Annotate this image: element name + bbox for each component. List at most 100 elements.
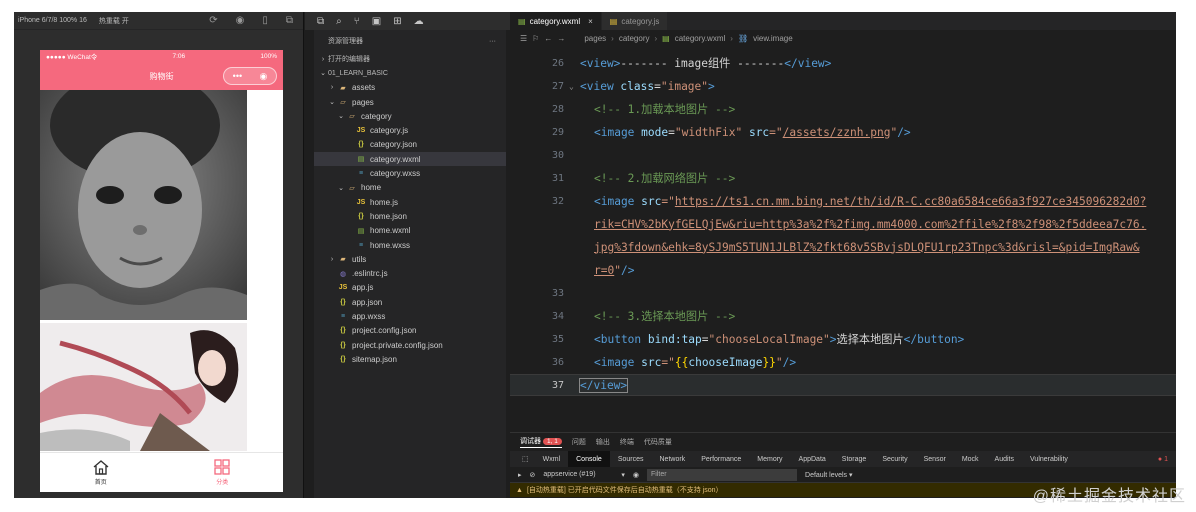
source-control-icon[interactable]: ⑂ [354,16,360,27]
tree-folder[interactable]: ⌄ ▱ home [314,181,506,195]
tree-file[interactable]: ≡ category.wxss [314,166,506,180]
tree-file[interactable]: {} home.json [314,209,506,223]
tree-label: category.wxml [370,154,421,164]
sidebar-toggle-icon[interactable]: ▸ [518,471,522,479]
tab-debugger[interactable]: 调试器 1, 1 [520,436,562,448]
tree-file[interactable]: {} project.config.json [314,324,506,338]
tab-category[interactable]: 分类 [162,453,284,492]
explorer-more-icon[interactable]: ··· [489,38,496,45]
fold-icon[interactable]: ⌄ [569,82,574,91]
devtab-appdata[interactable]: AppData [791,451,834,467]
eye-icon[interactable]: ◉ [633,471,639,479]
hot-reload-toggle[interactable]: 热重载 开 [99,16,129,26]
devtab-security[interactable]: Security [874,451,915,467]
breadcrumb-pages[interactable]: pages [584,34,606,43]
tree-file[interactable]: {} app.json [314,295,506,309]
code-line-wrap: jpg%3fdown&ehk=8ySJ9mS5TUN1JLBlZ%2fkt68v… [594,240,1140,254]
section-project[interactable]: ⌄ 01_LEARN_BASIC [314,66,506,80]
extensions-icon[interactable]: ⊞ [393,16,401,27]
tab-output[interactable]: 输出 [596,437,610,447]
forward-icon[interactable]: → [557,34,565,43]
tree-label: project.private.config.json [352,340,443,350]
error-count[interactable]: ● 1 [1158,456,1176,463]
tab-home[interactable]: 首页 [40,453,162,492]
tree-file[interactable]: JS category.js [314,123,506,137]
tree-file[interactable]: ▤ home.wxml [314,224,506,238]
debug-icon[interactable]: ▣ [372,16,381,27]
devtab-vulnerability[interactable]: Vulnerability [1022,451,1076,467]
phone-icon[interactable]: ▯ [262,15,268,26]
tree-folder[interactable]: › ▰ assets [314,81,506,95]
tree-file[interactable]: {} project.private.config.json [314,338,506,352]
devtab-network[interactable]: Network [652,451,694,467]
devtab-storage[interactable]: Storage [834,451,875,467]
tab-code-quality[interactable]: 代码质量 [644,437,672,447]
tab-category-js[interactable]: ▤ category.js [601,12,669,30]
home-icon [93,460,109,475]
files-icon[interactable]: ⧉ [317,16,324,27]
code-line: 27 ⌄ <view class="image"> [551,79,715,93]
close-icon[interactable]: × [588,17,593,26]
detach-icon[interactable]: ⧉ [286,15,293,26]
tree-label: assets [352,83,376,93]
editor-tabs: ▤ category.wxml × ▤ category.js [510,12,1176,30]
tree-file[interactable]: ▤ category.wxml [314,152,506,167]
inspect-icon[interactable]: ⬚ [516,455,535,463]
tree-file[interactable]: JS app.js [314,281,506,295]
device-select[interactable]: iPhone 6/7/8 100% 16 [18,17,87,24]
tree-folder[interactable]: › ▰ utils [314,252,506,266]
rotate-icon[interactable]: ⟳ [209,15,217,26]
code-line: 30 [551,149,564,161]
record-icon[interactable]: ◉ [236,15,245,26]
back-icon[interactable]: ← [544,34,552,43]
devtab-performance[interactable]: Performance [693,451,749,467]
wxml-file-icon: ▤ [518,16,526,26]
close-capsule-icon[interactable]: ◉ [259,71,267,82]
tree-file[interactable]: JS home.js [314,195,506,209]
tree-folder[interactable]: ⌄ ▱ pages [314,95,506,109]
tree-label: home.wxss [370,240,411,250]
tree-label: project.config.json [352,326,417,336]
filter-input[interactable]: Filter [647,468,798,481]
tree-file[interactable]: {} category.json [314,138,506,152]
devtab-sensor[interactable]: Sensor [916,451,954,467]
more-icon[interactable]: ••• [233,71,242,81]
section-open-editors[interactable]: › 打开的编辑器 [314,52,506,66]
cloud-icon[interactable]: ☁ [414,16,424,27]
bookmark-icon[interactable]: ⚐ [532,34,539,43]
chevron-down-icon[interactable]: ▾ [621,471,625,479]
code-line-wrap: rik=CHV%2bKyfGELQjEw&riu=http%3a%2f%2fim… [594,217,1147,231]
devtab-sources[interactable]: Sources [610,451,652,467]
code-editor[interactable]: 26 <view>------- image组件 -------</view> … [510,52,1176,432]
levels-select[interactable]: Default levels ▾ [805,471,852,479]
devtab-memory[interactable]: Memory [749,451,790,467]
tab-terminal[interactable]: 终端 [620,437,634,447]
breadcrumb-file[interactable]: category.wxml [675,34,726,43]
tab-category-wxml[interactable]: ▤ category.wxml × [510,12,602,30]
list-icon[interactable]: ☰ [520,34,527,43]
clear-console-icon[interactable]: ⊘ [530,471,536,479]
tree-file[interactable]: ◍ .eslintrc.js [314,266,506,280]
devtab-wxml[interactable]: Wxml [535,451,569,467]
devtab-console[interactable]: Console [568,451,610,467]
tree-label: utils [352,254,367,264]
search-icon[interactable]: ⌕ [336,16,342,27]
breadcrumb-category[interactable]: category [619,34,650,43]
tree-file[interactable]: ≡ home.wxss [314,238,506,252]
capsule-menu[interactable]: ••• ◉ [223,67,277,85]
watermark: @稀土掘金技术社区 [1032,488,1186,505]
devtab-mock[interactable]: Mock [954,451,987,467]
wxss-file-icon: ≡ [358,170,364,178]
tab-problems[interactable]: 问题 [572,437,586,447]
tree-file[interactable]: {} sitemap.json [314,352,506,366]
tab-label: category.wxml [529,16,581,26]
tree-label: category.js [370,126,409,136]
tree-folder[interactable]: ⌄ ▱ category [314,109,506,123]
tree-file[interactable]: ≡ app.wxss [314,309,506,323]
console-toolbar: ▸ ⊘ appservice (#19) ▾ ◉ Filter Default … [510,467,1176,483]
devtab-audits[interactable]: Audits [987,451,1022,467]
tree-label: home [361,183,382,193]
simulator-panel: iPhone 6/7/8 100% 16 热重载 开 ⟳ ◉ ▯ ⧉ ●●●●●… [14,12,304,498]
context-select[interactable]: appservice (#19) [543,471,613,478]
breadcrumb-element[interactable]: view.image [753,34,793,43]
